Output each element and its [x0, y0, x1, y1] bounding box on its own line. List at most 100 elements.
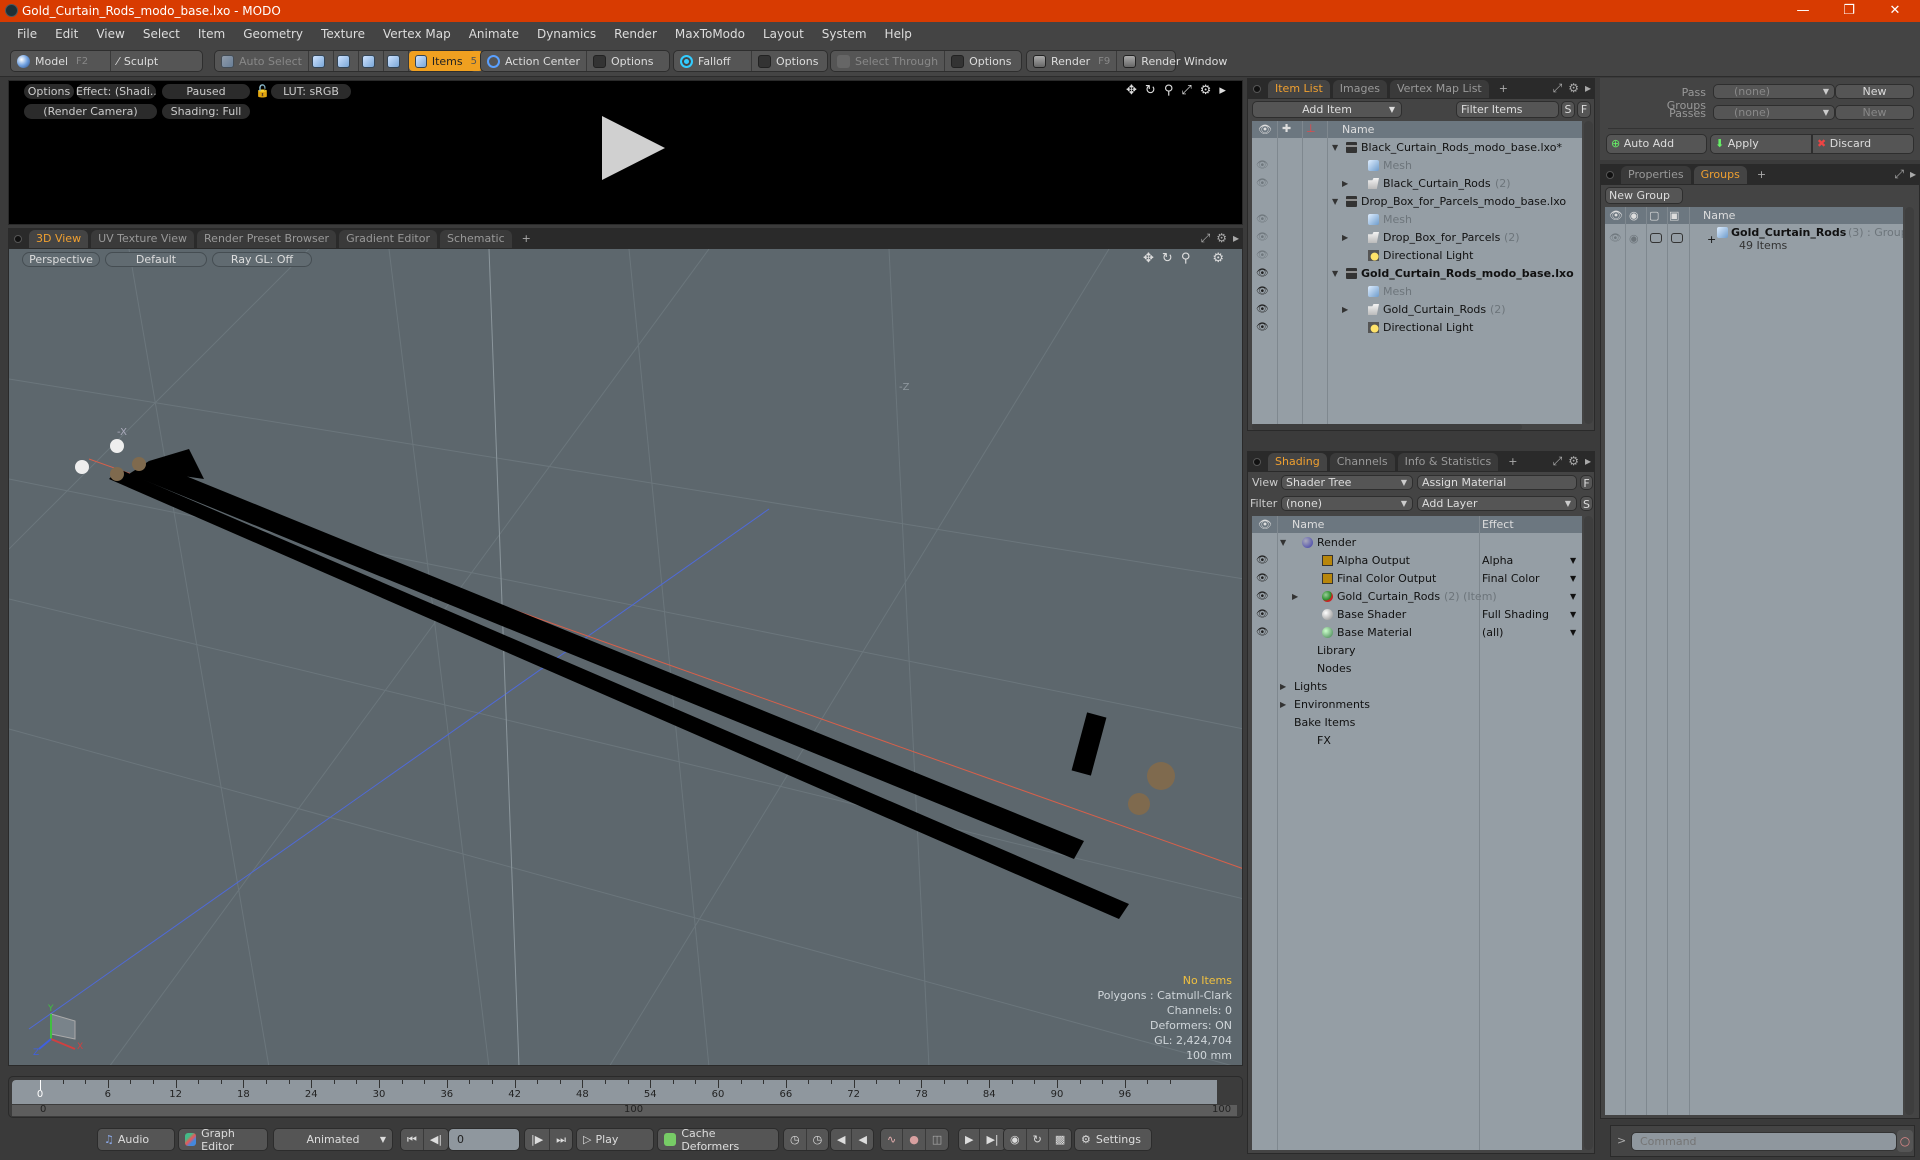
menu-item[interactable]: Item: [189, 27, 234, 41]
item-list-row[interactable]: 👁 Mesh: [1252, 211, 1582, 229]
view-dropdown[interactable]: Shader Tree ▼: [1281, 475, 1413, 490]
style-dropdown[interactable]: Default: [105, 252, 207, 267]
maximize-icon[interactable]: ⤢: [1181, 83, 1191, 98]
f-button[interactable]: F: [1580, 475, 1593, 490]
key-down-button[interactable]: ◷: [807, 1129, 829, 1150]
tool-a-icon[interactable]: ◉: [1004, 1129, 1027, 1150]
tab-schematic[interactable]: Schematic: [440, 230, 512, 248]
item-list-row[interactable]: 👁 ▶ Black_Curtain_Rods (2): [1252, 175, 1582, 193]
command-input[interactable]: [1631, 1132, 1897, 1151]
edges-mode-button[interactable]: [334, 51, 359, 71]
item-list-row[interactable]: 👁 ▶ Gold_Curtain_Rods (2): [1252, 301, 1582, 319]
shader-tree-row[interactable]: 👁 ▶ Gold_Curtain_Rods (2) (Item) ▼: [1252, 588, 1582, 606]
settings-button[interactable]: ⚙ Settings: [1074, 1128, 1152, 1151]
falloff-options-button[interactable]: Options: [752, 51, 824, 71]
menu-maxtomodo[interactable]: MaxToModo: [666, 27, 754, 41]
tab-vertex-map-list[interactable]: Vertex Map List: [1389, 80, 1489, 98]
s-button[interactable]: S: [1561, 101, 1575, 118]
item-list-row[interactable]: 👁 Directional Light: [1252, 247, 1582, 265]
expand-icon[interactable]: ▶: [1280, 700, 1286, 709]
add-tab-button[interactable]: +: [1750, 166, 1773, 184]
graph-editor-button[interactable]: Graph Editor: [178, 1127, 268, 1153]
maximize-icon[interactable]: ⤢: [1894, 167, 1904, 182]
item-list-scrollbar[interactable]: [1584, 121, 1593, 424]
add-layer-dropdown[interactable]: Add Layer ▼: [1417, 496, 1577, 511]
effect-dropdown[interactable]: (all): [1482, 626, 1503, 639]
cache-deformers-button[interactable]: Cache Deformers: [657, 1127, 779, 1153]
audio-button[interactable]: ♫ Audio: [97, 1128, 175, 1151]
shader-tree-row[interactable]: FX: [1252, 732, 1582, 750]
frame-input[interactable]: 0: [448, 1128, 520, 1151]
menu-dynamics[interactable]: Dynamics: [528, 27, 605, 41]
shader-tree-row[interactable]: 👁 Base Shader Full Shading ▼: [1252, 606, 1582, 624]
menu-texture[interactable]: Texture: [312, 27, 374, 41]
next-keyframe-button[interactable]: ▶: [959, 1129, 981, 1150]
3d-viewport[interactable]: -X -Z Y X Z Perspective Default Ray GL: …: [8, 248, 1243, 1066]
chevron-down-icon[interactable]: ▼: [1570, 592, 1576, 601]
visibility-icon[interactable]: 👁: [1256, 232, 1269, 243]
visibility-column-icon[interactable]: 👁: [1258, 518, 1272, 531]
visibility-icon[interactable]: 👁: [1256, 573, 1269, 584]
gear-icon[interactable]: ⚙: [1200, 83, 1212, 98]
shader-tree-scrollbar[interactable]: [1584, 516, 1593, 1150]
menu-render[interactable]: Render: [605, 27, 666, 41]
new-pass-button[interactable]: New: [1835, 105, 1914, 120]
new-pass-group-button[interactable]: New: [1835, 84, 1914, 99]
gear-icon[interactable]: ⚙: [1568, 454, 1579, 469]
tab-channels[interactable]: Channels: [1329, 453, 1395, 471]
play-preview-icon[interactable]: [602, 116, 665, 180]
visibility-icon[interactable]: 👁: [1256, 304, 1269, 315]
first-frame-button[interactable]: ⏮: [401, 1129, 424, 1150]
passes-dropdown[interactable]: (none) ▼: [1713, 105, 1835, 120]
tab-properties[interactable]: Properties: [1621, 166, 1691, 184]
menu-system[interactable]: System: [813, 27, 876, 41]
pan-icon[interactable]: ✥: [1143, 251, 1154, 266]
tab-gradient-editor[interactable]: Gradient Editor: [339, 230, 437, 248]
sculpt-mode-button[interactable]: ⁄ Sculpt: [111, 51, 164, 71]
axis-column-icon[interactable]: ⊥: [1306, 122, 1316, 135]
tab-groups[interactable]: Groups: [1693, 166, 1747, 184]
expand-icon[interactable]: ▶: [1342, 179, 1348, 188]
items-mode-button[interactable]: Items 5: [408, 51, 483, 71]
vertices-mode-button[interactable]: [309, 51, 334, 71]
arrow-right-icon[interactable]: ▸: [1585, 454, 1591, 469]
shader-tree-row[interactable]: Library: [1252, 642, 1582, 660]
model-mode-button[interactable]: Model F2: [11, 51, 111, 71]
menu-edit[interactable]: Edit: [46, 27, 87, 41]
tool-b-icon[interactable]: ↻: [1027, 1129, 1049, 1150]
rotate-icon[interactable]: ↻: [1145, 83, 1156, 98]
zoom-icon[interactable]: ⚲: [1164, 83, 1174, 98]
tab-render-preset-browser[interactable]: Render Preset Browser: [197, 230, 337, 248]
effect-dropdown[interactable]: Final Color: [1482, 572, 1540, 585]
visibility-icon[interactable]: 👁: [1256, 178, 1269, 189]
expand-icon[interactable]: ▶: [1292, 592, 1298, 601]
falloff-button[interactable]: Falloff: [674, 51, 752, 71]
shader-tree-row[interactable]: 👁 Base Material (all) ▼: [1252, 624, 1582, 642]
zoom-icon[interactable]: ⚲: [1181, 251, 1191, 266]
select-toggle[interactable]: [1671, 233, 1683, 243]
record-icon[interactable]: ●: [903, 1129, 926, 1150]
tab-3d-view[interactable]: 3D View: [29, 230, 89, 248]
timeline[interactable]: 0 6 12 18 24 30 36 42 48 54 60 66 72 78 84 90 96 0 100 1…: [8, 1076, 1243, 1118]
select-through-options-button[interactable]: Options: [945, 51, 1020, 71]
menu-view[interactable]: View: [87, 27, 133, 41]
effect-dropdown[interactable]: Alpha: [1482, 554, 1513, 567]
lock-column-icon[interactable]: ▢: [1649, 209, 1659, 222]
preview-paused-button[interactable]: Paused: [162, 84, 250, 99]
lock-column-icon[interactable]: ✚: [1282, 122, 1291, 135]
chevron-down-icon[interactable]: ▼: [1570, 574, 1576, 583]
pass-groups-dropdown[interactable]: (none) ▼: [1713, 84, 1835, 99]
prev-key-button[interactable]: ◀|: [424, 1129, 448, 1150]
effect-dropdown[interactable]: Full Shading: [1482, 608, 1549, 621]
gear-icon[interactable]: ⚙: [1212, 251, 1224, 266]
name-column-header[interactable]: Name: [1292, 518, 1324, 531]
render-column-icon[interactable]: ◉: [1629, 209, 1639, 222]
visibility-icon[interactable]: 👁: [1256, 322, 1269, 333]
raygl-dropdown[interactable]: Ray GL: Off: [212, 252, 312, 267]
add-item-button[interactable]: Add Item ▼: [1252, 101, 1402, 118]
rotate-icon[interactable]: ↻: [1162, 251, 1173, 266]
filter-items-input[interactable]: Filter Items: [1456, 101, 1559, 118]
arrow-right-icon[interactable]: ▸: [1585, 81, 1591, 96]
shader-tree-row[interactable]: ▼ Render: [1252, 534, 1582, 552]
auto-add-button[interactable]: ⊕ Auto Add: [1606, 134, 1707, 154]
